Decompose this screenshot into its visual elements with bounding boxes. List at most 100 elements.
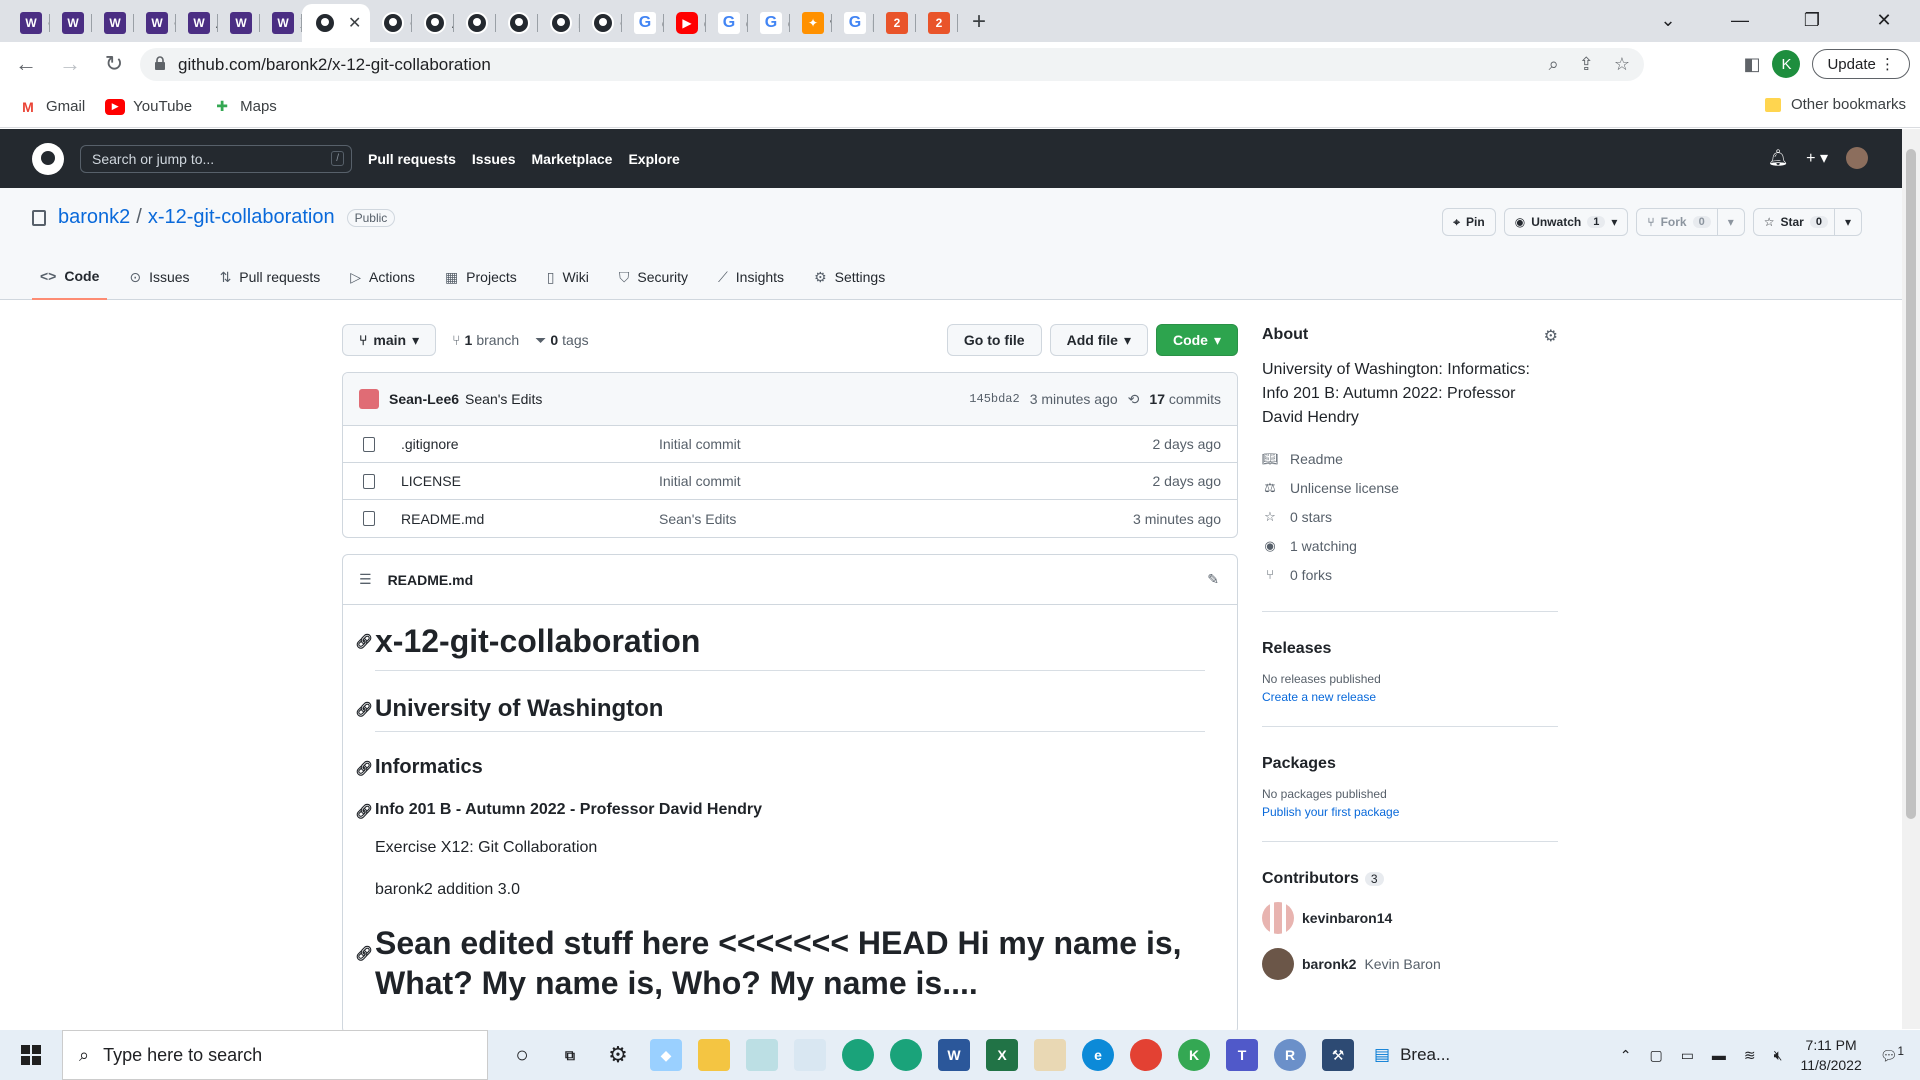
commits-link[interactable]: 17 commits — [1149, 391, 1221, 407]
about-item[interactable]: ◉ 1 watching — [1262, 531, 1558, 560]
browser-tab[interactable]: WINF — [50, 4, 92, 42]
task-view-icon[interactable]: ⧉ — [554, 1039, 586, 1071]
browser-tab[interactable]: WX12 — [260, 4, 302, 42]
commit-sha[interactable]: 145bda2 — [969, 392, 1019, 406]
nav-marketplace[interactable]: Marketplace — [532, 151, 613, 167]
forward-button[interactable]: → — [52, 51, 88, 77]
anchor-link-icon[interactable]: 🔗︎ — [355, 933, 373, 973]
commit-author[interactable]: Sean-Lee6 — [389, 391, 459, 407]
github-search-input[interactable]: Search or jump to... / — [80, 144, 352, 173]
unwatch-button[interactable]: ◉ Unwatch 1 ▾ — [1503, 208, 1629, 236]
list-icon[interactable]: ☰ — [359, 571, 372, 588]
releases-title[interactable]: Releases — [1262, 640, 1558, 658]
notifications-bell-icon[interactable]: 🔔︎ — [1768, 148, 1788, 168]
nav-pull-requests[interactable]: Pull requests — [368, 151, 456, 167]
file-name-link[interactable]: LICENSE — [401, 473, 659, 489]
bookmark-star-icon[interactable]: ☆ — [1614, 54, 1630, 75]
packages-title[interactable]: Packages — [1262, 755, 1558, 773]
share-icon[interactable]: ⇪ — [1579, 54, 1594, 75]
browser-tab[interactable]: ✦ver — [790, 4, 832, 42]
github-logo-icon[interactable] — [32, 142, 64, 175]
repo-owner-link[interactable]: baronk2 — [58, 206, 130, 229]
bookmark-youtube[interactable]: ▶ YouTube — [105, 98, 192, 115]
cortana-icon[interactable]: ○ — [506, 1039, 538, 1071]
battery-icon[interactable]: ▬ — [1712, 1047, 1726, 1063]
contributor-item[interactable]: kevinbaron14 — [1262, 902, 1558, 934]
zoom-icon[interactable]: ⌕ — [1549, 54, 1559, 75]
star-button[interactable]: ☆ Star 0 ▾ — [1752, 208, 1862, 236]
restore-button[interactable]: ❐ — [1776, 10, 1848, 31]
publish-package-link[interactable]: Publish your first package — [1262, 805, 1558, 819]
browser-tab[interactable]: ▶git — [664, 4, 706, 42]
excel-icon[interactable]: X — [986, 1039, 1018, 1071]
tab-actions[interactable]: ▷ Actions — [342, 262, 423, 300]
about-item[interactable]: ⑂ 0 forks — [1262, 560, 1558, 589]
gear-icon[interactable]: ⚙ — [1544, 326, 1558, 346]
branch-select-button[interactable]: ⑂ main ▾ — [342, 324, 437, 356]
branches-link[interactable]: ⑂ 1 branch — [452, 332, 519, 348]
start-button[interactable] — [0, 1045, 62, 1065]
back-button[interactable]: ← — [8, 51, 44, 77]
word-icon[interactable]: W — [938, 1039, 970, 1071]
fork-button[interactable]: ⑂ Fork 0 ▾ — [1636, 208, 1745, 236]
app-icon[interactable]: ⚒ — [1322, 1039, 1354, 1071]
commit-message[interactable]: Sean's Edits — [465, 391, 542, 407]
clock[interactable]: 7:11 PM 11/8/2022 — [1800, 1035, 1861, 1075]
chrome-icon[interactable]: K — [1178, 1039, 1210, 1071]
browser-tab[interactable]: 2 Do — [916, 4, 958, 42]
create-new-plus-icon[interactable]: + ▾ — [1806, 148, 1828, 168]
tab-pull-requests[interactable]: ⇅ Pull requests — [212, 262, 329, 300]
tab-issues[interactable]: ⊙ Issues — [121, 262, 197, 300]
browser-tab[interactable]: WGra — [8, 4, 50, 42]
app-icon[interactable]: ◆ — [650, 1039, 682, 1071]
browser-tab[interactable]: WINF — [92, 4, 134, 42]
app-icon[interactable] — [794, 1039, 826, 1071]
display-icon[interactable]: ▭ — [1681, 1047, 1694, 1064]
close-window-button[interactable]: ✕ — [1848, 10, 1920, 31]
taskbar-task[interactable]: ▤ Brea... — [1374, 1045, 1450, 1065]
address-bar[interactable]: github.com/baronk2/x-12-git-collaboratio… — [140, 48, 1644, 81]
edit-pencil-icon[interactable]: ✎ — [1207, 571, 1219, 588]
page-scrollbar[interactable] — [1902, 129, 1920, 1029]
profile-avatar[interactable]: K — [1772, 50, 1801, 78]
pin-button[interactable]: ⌖ Pin — [1442, 208, 1496, 236]
bookmark-gmail[interactable]: M Gmail — [18, 98, 85, 115]
create-release-link[interactable]: Create a new release — [1262, 690, 1558, 704]
browser-tab[interactable]: Ad — [412, 4, 454, 42]
browser-tab[interactable]: bar — [538, 4, 580, 42]
contributor-item[interactable]: baronk2 Kevin Baron — [1262, 948, 1558, 980]
about-item[interactable]: ⚖ Unlicense license — [1262, 473, 1558, 502]
anchor-link-icon[interactable]: 🔗︎ — [355, 803, 373, 820]
browser-tab[interactable]: WP2: — [218, 4, 260, 42]
tab-code[interactable]: <> Code — [32, 262, 108, 300]
browser-tab[interactable]: Ggit — [748, 4, 790, 42]
anchor-link-icon[interactable]: 🔗︎ — [355, 701, 373, 718]
repo-name-link[interactable]: x-12-git-collaboration — [148, 206, 335, 229]
bookmark-maps[interactable]: ✚ Maps — [212, 98, 277, 115]
teams-icon[interactable]: T — [1226, 1039, 1258, 1071]
file-name-link[interactable]: README.md — [401, 511, 659, 527]
volume-muted-icon[interactable]: 🔇︎ — [1774, 1047, 1783, 1064]
file-explorer-icon[interactable] — [698, 1039, 730, 1071]
browser-tab[interactable]: Ma — [496, 4, 538, 42]
close-tab-icon[interactable]: ✕ — [348, 13, 361, 33]
browser-tab[interactable]: WAss — [176, 4, 218, 42]
browser-tab[interactable]: Ggit — [706, 4, 748, 42]
tab-insights[interactable]: ⟋ Insights — [710, 262, 792, 300]
browser-tab[interactable]: Re — [454, 4, 496, 42]
reload-button[interactable]: ↻ — [96, 51, 132, 77]
file-commit-message[interactable]: Sean's Edits — [659, 511, 736, 527]
wifi-icon[interactable]: ≋ — [1744, 1047, 1756, 1064]
app-icon[interactable] — [746, 1039, 778, 1071]
browser-tab[interactable]: Gpdf — [832, 4, 874, 42]
browser-tab[interactable]: Co — [370, 4, 412, 42]
chevron-down-icon[interactable]: ▾ — [1833, 209, 1851, 235]
browser-tab[interactable]: ✕ — [302, 4, 370, 42]
readme-filename[interactable]: README.md — [388, 572, 474, 588]
go-to-file-button[interactable]: Go to file — [946, 324, 1042, 356]
code-button[interactable]: Code ▾ — [1155, 324, 1238, 356]
taskbar-search-input[interactable]: ⌕ Type here to search — [62, 1030, 488, 1080]
settings-icon[interactable]: ⚙ — [602, 1039, 634, 1071]
other-bookmarks[interactable]: Other bookmarks — [1764, 96, 1906, 113]
app-icon[interactable] — [842, 1039, 874, 1071]
